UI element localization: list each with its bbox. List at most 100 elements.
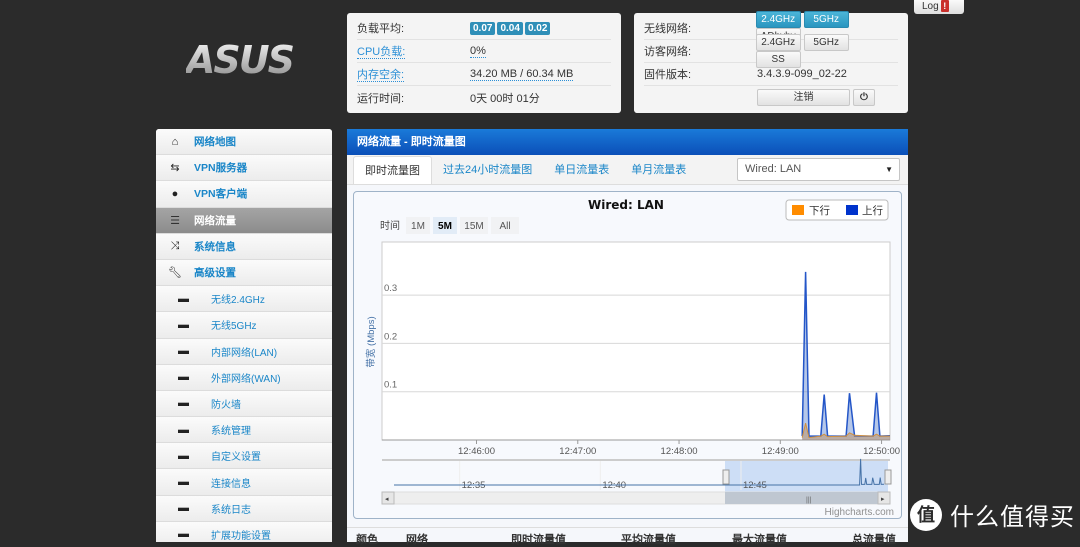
y-tick-label: 0.1 [384,380,397,391]
x-tick-label: 12:47:00 [559,446,596,457]
retweet-icon: ⇆ [156,161,194,174]
range-button-label: All [499,221,510,232]
uptime-row: 运行时间: 0天 00时 01分 [357,86,611,109]
traffic-chart: Wired: LAN 下行 上行 时间 1M5M15MAll 0.10.20.3 [353,191,902,519]
sidebar-subitem-extensions[interactable]: ▬扩展功能设置 [156,522,332,542]
sidebar-subitem-lan[interactable]: ▬内部网络(LAN) [156,339,332,365]
load-average-row: 负载平均: 0.070.040.02 [357,17,611,40]
highcharts-credit[interactable]: Highcharts.com [825,507,894,518]
page-title: 网络流量 - 即时流量图 [347,129,908,155]
logout-button[interactable]: 注销 [757,89,850,106]
cpu-load-value: 0% [470,45,486,58]
legend-label-upload: 上行 [862,204,883,217]
dash-icon: ▬ [156,319,211,331]
sidebar-subitem-wan[interactable]: ▬外部网络(WAN) [156,365,332,391]
tab-last-24h[interactable]: 过去24小时流量图 [432,156,543,184]
asus-logo: ASUS [186,40,308,88]
dropdown-arrow-icon: ▼ [885,159,893,180]
sidebar-item-traffic[interactable]: ☰网络流量 [156,208,332,234]
y-tick-label: 0.2 [384,331,397,342]
navigator-handle-left[interactable] [723,470,729,484]
sidebar-item-network-map[interactable]: ⌂网络地图 [156,129,332,155]
plot-area [382,242,890,440]
dash-icon: ▬ [156,528,211,540]
guest-24ghz-button[interactable]: 2.4GHz [756,34,801,51]
range-button-label: 1M [411,221,425,232]
sidebar-subitem-admin[interactable]: ▬系统管理 [156,417,332,443]
sidebar-subitem-wireless-5[interactable]: ▬无线5GHz [156,312,332,338]
system-status-panel: 负载平均: 0.070.040.02 CPU负载: 0% 内存空余: 34.20… [347,13,621,113]
legend-swatch-upload [846,205,858,215]
network-status-panel: 无线网络: 2.4GHz5GHzADbyby 访客网络: 2.4GHz5GHzS… [634,13,908,113]
load-5min-badge: 0.04 [497,22,522,35]
sidebar-item-system-info[interactable]: ⤨系统信息 [156,234,332,260]
load-15min-badge: 0.02 [525,22,550,35]
sidebar-item-vpn-client[interactable]: ●VPN客户端 [156,181,332,207]
x-tick-label: 12:49:00 [762,446,799,457]
tab-monthly[interactable]: 单月流量表 [620,156,697,184]
column-header-total: 总流量值 [852,531,896,542]
range-button-label: 15M [464,221,483,232]
column-header-current: 即时流量值 [511,531,621,542]
tab-bar: 即时流量图 过去24小时流量图 单日流量表 单月流量表 Wired: LAN ▼ [347,155,908,185]
wrench-icon: 🔧︎ [156,266,194,279]
log-button[interactable]: Log! [914,0,964,14]
tab-daily[interactable]: 单日流量表 [543,156,620,184]
navigator-ticks: 12:3512:4012:45 [460,461,767,491]
memory-row: 内存空余: 34.20 MB / 60.34 MB [357,63,611,86]
guest-label: 访客网络: [644,43,756,59]
dash-icon: ▬ [156,502,211,514]
wireless-24ghz-button[interactable]: 2.4GHz [756,11,801,28]
memory-free-link[interactable]: 内存空余: [357,69,404,82]
power-button[interactable]: ⏻ [853,89,875,106]
navigator-handle-right[interactable] [885,470,891,484]
dash-icon: ▬ [156,397,211,409]
cpu-load-link[interactable]: CPU负载: [357,46,405,59]
tab-realtime[interactable]: 即时流量图 [353,156,432,184]
x-tick-label: 12:46:00 [458,446,495,457]
legend-label-download: 下行 [809,204,830,217]
dash-icon: ▬ [156,345,211,357]
firmware-version-link[interactable]: 3.4.3.9-099_02-22 [757,68,847,80]
y-axis-title: 带宽 (Mbps) [365,316,377,367]
cpu-row: CPU负载: 0% [357,40,611,63]
watermark-logo-icon: 值 [910,499,942,531]
navigator: 12:3512:4012:45 ||| ◂ ▸ [382,459,891,504]
dash-icon: ▬ [156,424,211,436]
shuffle-icon: ⤨ [156,240,194,253]
guest-5ghz-button[interactable]: 5GHz [804,34,849,51]
sidebar-subitem-syslog[interactable]: ▬系统日志 [156,496,332,522]
sidebar-subitem-custom[interactable]: ▬自定义设置 [156,443,332,469]
y-tick-label: 0.3 [384,283,397,294]
column-header-average: 平均流量值 [621,531,732,542]
wireless-5ghz-button[interactable]: 5GHz [804,11,849,28]
x-tick-label: 12:50:00 [863,446,900,457]
main-panel: 网络流量 - 即时流量图 即时流量图 过去24小时流量图 单日流量表 单月流量表… [347,129,908,542]
sidebar-subitem-firewall[interactable]: ▬防火墙 [156,391,332,417]
scroll-left-arrow-icon: ◂ [385,496,389,503]
range-selector: 1M 5M 15M All [406,217,519,234]
load-1min-badge: 0.07 [470,22,495,35]
column-header-network: 网络 [406,531,511,542]
ss-button[interactable]: SS [756,51,801,68]
dash-icon: ▬ [156,476,211,488]
watermark: 值 什么值得买 [910,497,1075,532]
logout-row: 注销 ⏻ [644,86,898,109]
column-header-color: 颜色 [356,531,406,542]
sidebar-subitem-connections[interactable]: ▬连接信息 [156,469,332,495]
sidebar-item-advanced[interactable]: 🔧︎高级设置 [156,260,332,286]
range-button-label: 5M [438,221,452,232]
column-header-max: 最大流量值 [732,531,852,542]
power-icon: ⏻ [860,92,868,103]
alert-icon: ! [941,0,949,12]
uptime-value: 0天 00时 01分 [470,90,540,106]
dash-icon: ▬ [156,371,211,383]
wireless-label: 无线网络: [644,20,756,36]
interface-select[interactable]: Wired: LAN ▼ [737,158,900,181]
sidebar-subitem-wireless-24[interactable]: ▬无线2.4GHz [156,286,332,312]
globe-icon: ● [156,188,194,200]
range-label: 时间 [380,219,400,232]
sidebar-item-vpn-server[interactable]: ⇆VPN服务器 [156,155,332,181]
load-average-label: 负载平均: [357,20,470,36]
watermark-text: 什么值得买 [950,497,1075,532]
